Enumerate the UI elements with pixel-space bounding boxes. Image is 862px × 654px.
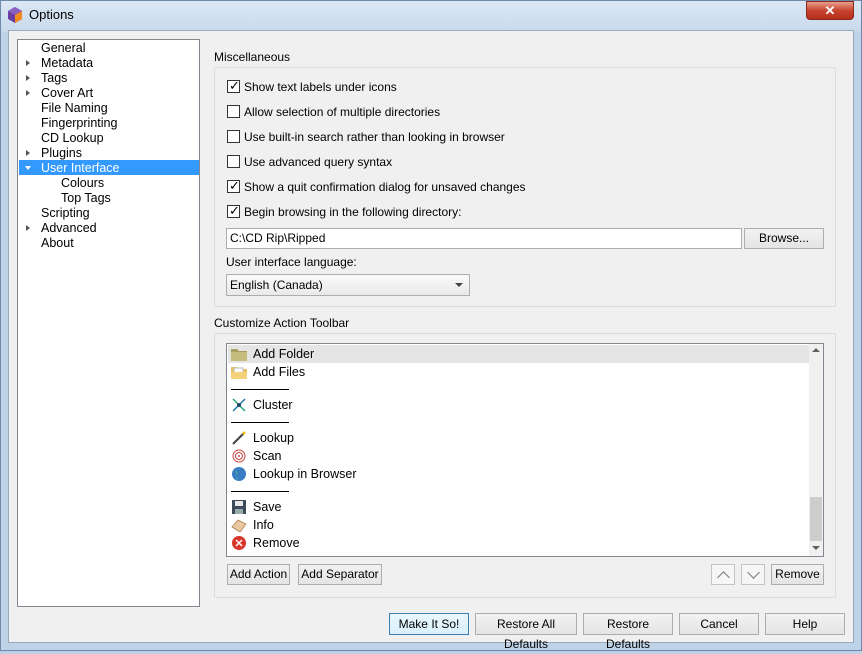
move-up-button[interactable] bbox=[711, 564, 735, 585]
scroll-down-arrow-icon[interactable] bbox=[812, 546, 820, 550]
tree-item-top-tags[interactable]: Top Tags bbox=[61, 191, 111, 206]
chevron-down-icon bbox=[455, 283, 463, 287]
tree-item-scripting[interactable]: Scripting bbox=[41, 206, 90, 221]
action-label: Add Folder bbox=[253, 347, 315, 361]
chevron-up-icon bbox=[717, 571, 730, 584]
expand-arrow-icon[interactable] bbox=[26, 75, 30, 81]
misc-group-title: Miscellaneous bbox=[214, 50, 291, 64]
cluster-icon bbox=[232, 398, 246, 412]
info-icon bbox=[231, 519, 247, 532]
floppy-icon bbox=[232, 500, 246, 514]
action-label: Remove bbox=[253, 536, 300, 550]
restore-all-defaults-button[interactable]: Restore All Defaults bbox=[475, 613, 577, 651]
language-select[interactable]: English (Canada) bbox=[226, 274, 470, 296]
help-button[interactable]: Help bbox=[765, 613, 845, 635]
expand-arrow-icon[interactable] bbox=[26, 60, 30, 66]
expand-arrow-icon[interactable] bbox=[26, 150, 30, 156]
begin-browsing-checkbox[interactable]: ✓ bbox=[227, 203, 240, 218]
title-bar[interactable]: Options ✕ bbox=[0, 0, 862, 30]
collapse-arrow-icon[interactable] bbox=[25, 166, 31, 170]
advanced-query-checkbox[interactable] bbox=[227, 155, 240, 168]
action-label: Cluster bbox=[253, 398, 293, 412]
tree-item-cover-art[interactable]: Cover Art bbox=[41, 86, 93, 101]
tree-item-file-naming[interactable]: File Naming bbox=[41, 101, 108, 116]
builtin-search-checkbox[interactable] bbox=[227, 130, 240, 143]
action-label: Save bbox=[253, 500, 282, 514]
checkbox-label: Allow selection of multiple directories bbox=[244, 105, 441, 119]
separator[interactable] bbox=[231, 422, 289, 423]
list-row-highlight bbox=[228, 345, 810, 363]
picard-logo-icon bbox=[8, 7, 22, 23]
action-list[interactable]: Add Folder Add Files Cluster Lookup Scan… bbox=[226, 343, 824, 557]
checkbox-label: Use built-in search rather than looking … bbox=[244, 130, 505, 144]
files-icon bbox=[231, 367, 247, 379]
show-text-labels-checkbox[interactable]: ✓ bbox=[227, 78, 240, 93]
checkbox-label: Use advanced query syntax bbox=[244, 155, 393, 169]
expand-arrow-icon[interactable] bbox=[26, 90, 30, 96]
tree-item-user-interface[interactable]: User Interface bbox=[41, 161, 120, 176]
checkbox-label: Show a quit confirmation dialog for unsa… bbox=[244, 180, 526, 194]
folder-icon bbox=[231, 349, 247, 361]
action-label: Info bbox=[253, 518, 274, 532]
tree-item-plugins[interactable]: Plugins bbox=[41, 146, 82, 161]
remove-action-button[interactable]: Remove bbox=[771, 564, 824, 585]
action-label: Scan bbox=[253, 449, 282, 463]
separator[interactable] bbox=[231, 389, 289, 390]
close-button[interactable]: ✕ bbox=[806, 1, 854, 20]
scroll-up-arrow-icon[interactable] bbox=[812, 348, 820, 352]
language-label: User interface language: bbox=[226, 255, 357, 269]
window-title: Options bbox=[29, 7, 74, 22]
scrollbar-thumb[interactable] bbox=[810, 497, 822, 541]
add-action-button[interactable]: Add Action bbox=[227, 564, 290, 585]
chevron-down-icon bbox=[747, 566, 760, 579]
tree-item-cd-lookup[interactable]: CD Lookup bbox=[41, 131, 104, 146]
make-it-so-button[interactable]: Make It So! bbox=[389, 613, 469, 635]
cancel-button[interactable]: Cancel bbox=[679, 613, 759, 635]
action-label: Add Files bbox=[253, 365, 306, 379]
language-value: English (Canada) bbox=[230, 278, 323, 292]
multiple-directories-checkbox[interactable] bbox=[227, 105, 240, 118]
checkbox-label: Begin browsing in the following director… bbox=[244, 205, 462, 219]
globe-icon bbox=[232, 467, 246, 481]
quit-confirmation-checkbox[interactable]: ✓ bbox=[227, 178, 240, 193]
tree-item-colours[interactable]: Colours bbox=[61, 176, 104, 191]
wand-icon bbox=[232, 431, 246, 445]
checkbox-label: Show text labels under icons bbox=[244, 80, 397, 94]
restore-defaults-button[interactable]: Restore Defaults bbox=[583, 613, 673, 651]
action-label: Lookup bbox=[253, 431, 295, 445]
fingerprint-icon bbox=[232, 449, 246, 463]
directory-input[interactable]: C:\CD Rip\Ripped bbox=[226, 228, 742, 249]
add-separator-button[interactable]: Add Separator bbox=[298, 564, 382, 585]
tree-item-about[interactable]: About bbox=[41, 236, 74, 251]
tree-item-advanced[interactable]: Advanced bbox=[41, 221, 97, 236]
expand-arrow-icon[interactable] bbox=[26, 225, 30, 231]
separator[interactable] bbox=[231, 491, 289, 492]
remove-icon bbox=[232, 536, 246, 550]
action-label: Lookup in Browser bbox=[253, 467, 357, 481]
options-tree[interactable]: General Metadata Tags Cover Art File Nam… bbox=[17, 39, 200, 607]
toolbar-group-title: Customize Action Toolbar bbox=[214, 316, 350, 330]
tree-item-general[interactable]: General bbox=[41, 41, 85, 56]
browse-button[interactable]: Browse... bbox=[744, 228, 824, 249]
move-down-button[interactable] bbox=[741, 564, 765, 585]
tree-item-metadata[interactable]: Metadata bbox=[41, 56, 93, 71]
tree-item-tags[interactable]: Tags bbox=[41, 71, 67, 86]
tree-item-fingerprinting[interactable]: Fingerprinting bbox=[41, 116, 117, 131]
